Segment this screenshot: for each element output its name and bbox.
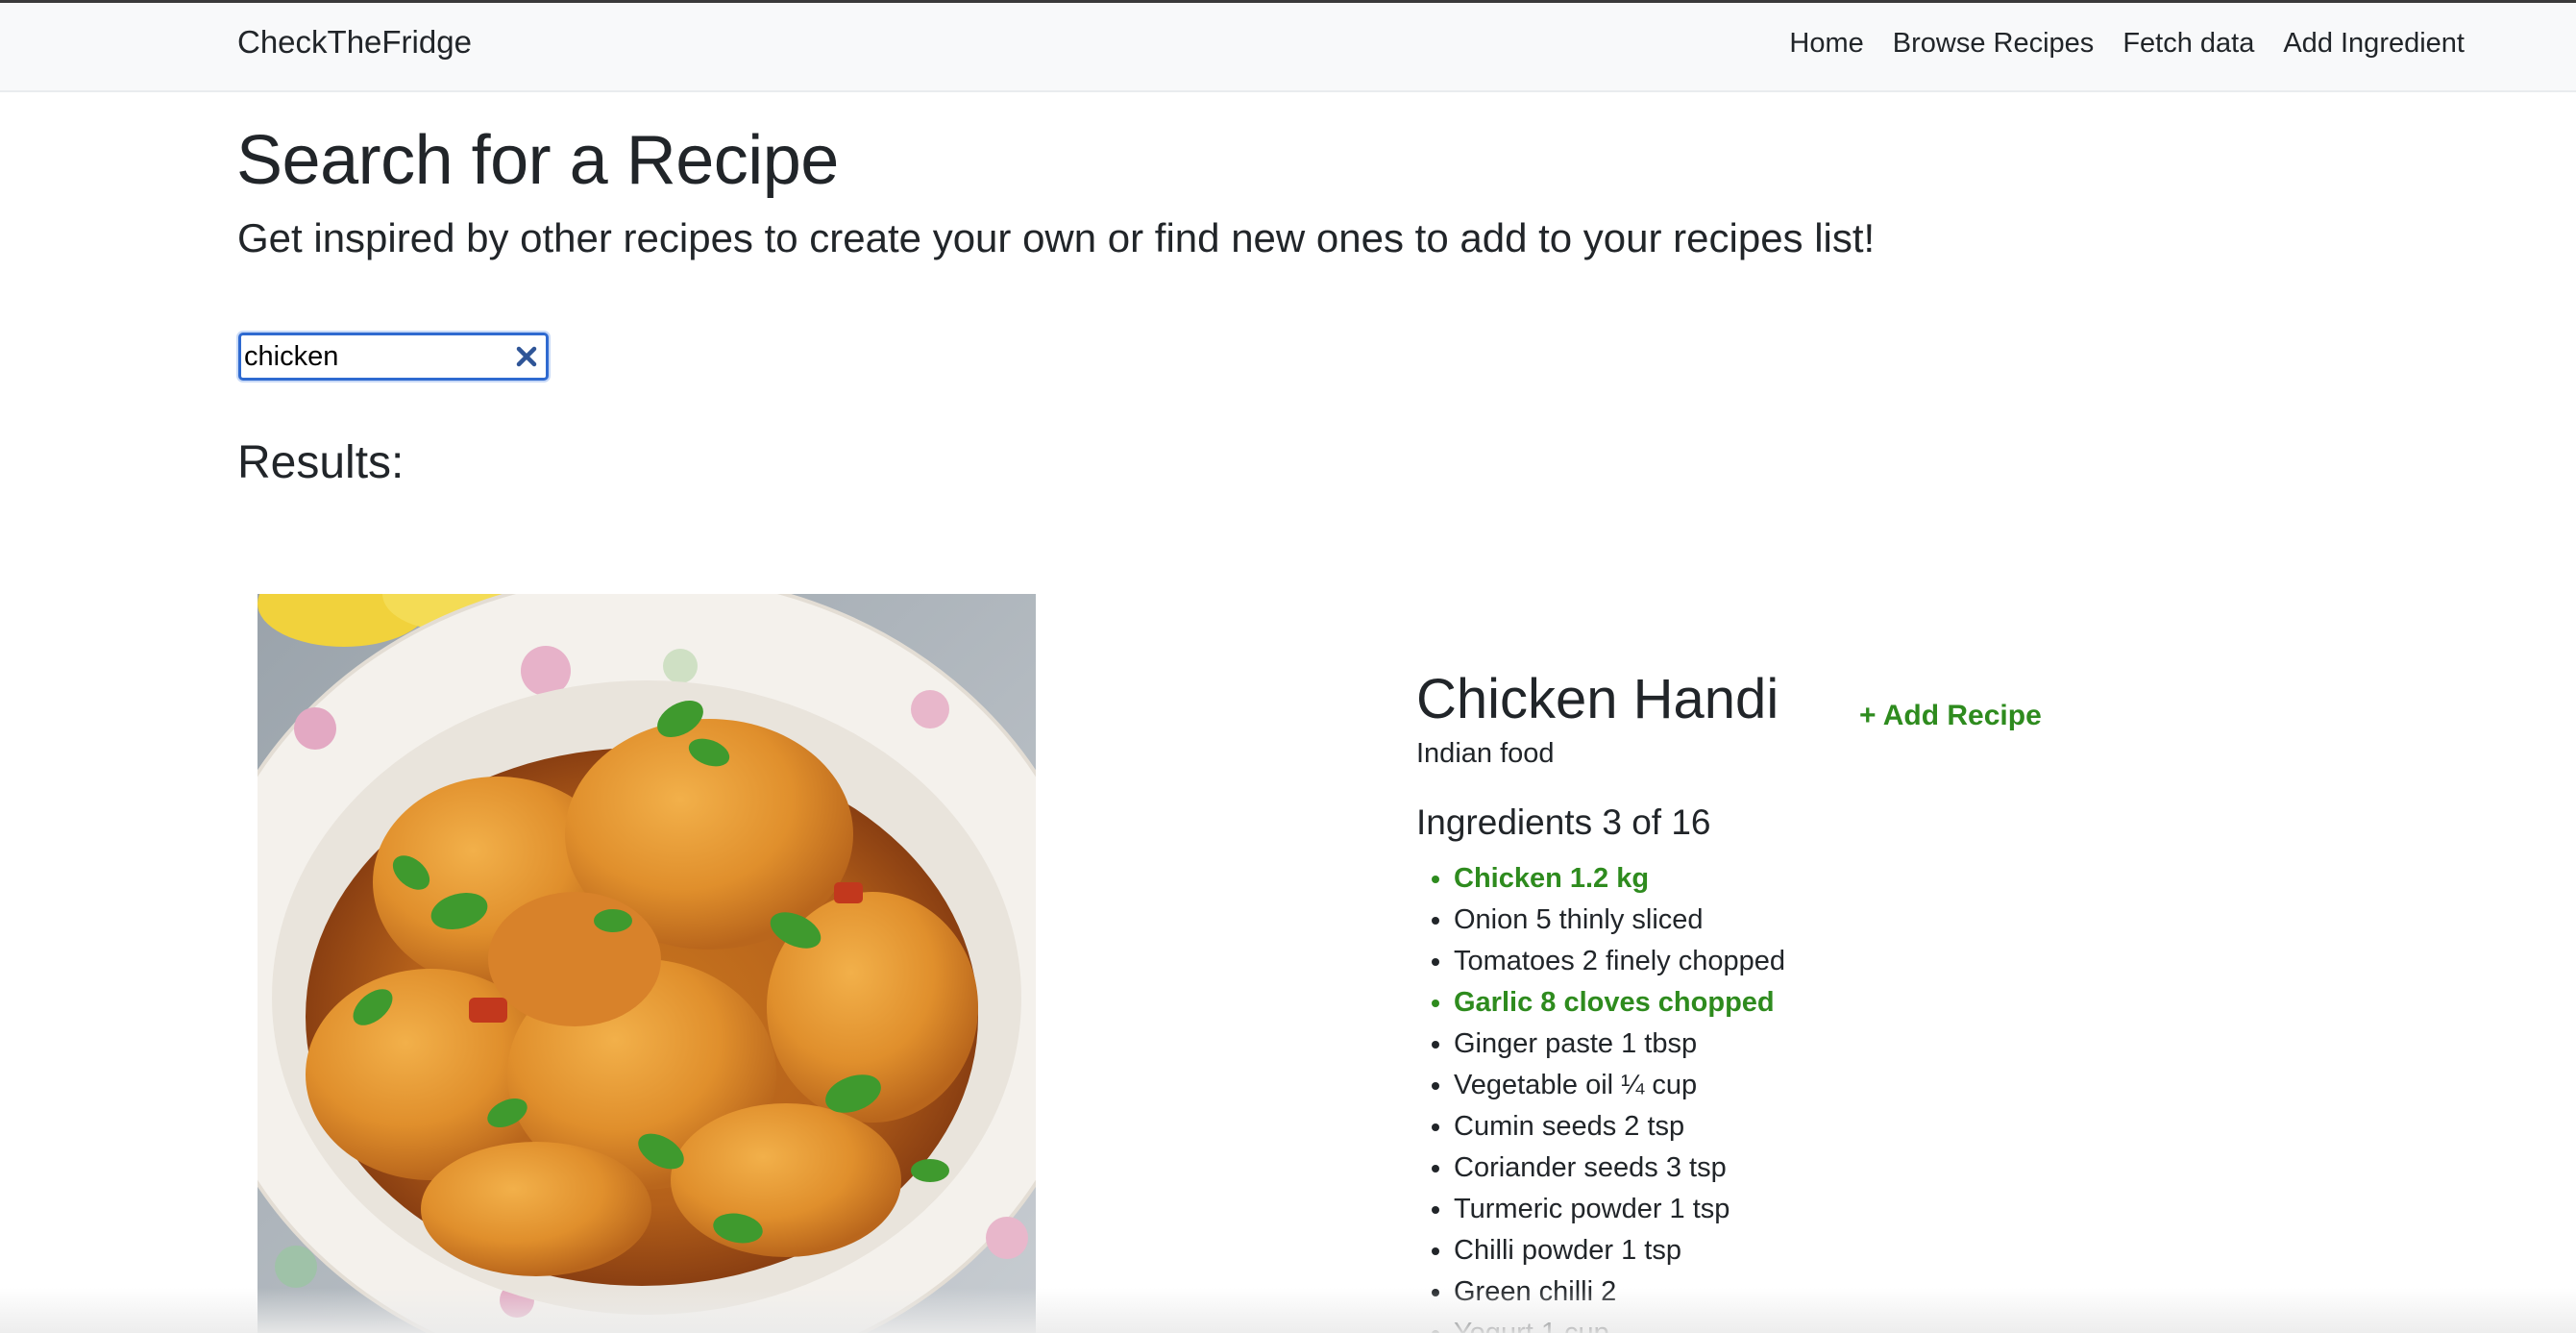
close-icon[interactable] [513, 343, 540, 370]
ingredient-item: Chilli powder 1 tsp [1454, 1230, 1785, 1271]
ingredient-item: Vegetable oil ¼ cup [1454, 1065, 1785, 1106]
ingredient-item: Garlic 8 cloves chopped [1454, 982, 1785, 1024]
nav-link-fetch-data[interactable]: Fetch data [2122, 28, 2254, 60]
brand-link[interactable]: CheckTheFridge [237, 24, 472, 61]
page-title: Search for a Recipe [236, 122, 839, 199]
nav-link-browse-recipes[interactable]: Browse Recipes [1893, 28, 2095, 60]
recipe-title: Chicken Handi [1416, 668, 1779, 730]
ingredient-item: Coriander seeds 3 tsp [1454, 1148, 1785, 1189]
search-box [238, 333, 549, 381]
ingredient-item: Turmeric powder 1 tsp [1454, 1189, 1785, 1230]
nav-link-home[interactable]: Home [1789, 28, 1863, 60]
page: CheckTheFridge Home Browse Recipes Fetch… [0, 0, 2576, 1333]
navbar: CheckTheFridge Home Browse Recipes Fetch… [0, 3, 2576, 92]
page-subtitle: Get inspired by other recipes to create … [237, 215, 1876, 260]
recipe-cuisine: Indian food [1416, 738, 1555, 769]
ingredients-list: Chicken 1.2 kgOnion 5 thinly slicedTomat… [1416, 858, 1785, 1333]
ingredient-item: Cumin seeds 2 tsp [1454, 1106, 1785, 1148]
results-heading: Results: [237, 437, 405, 488]
ingredient-item: Onion 5 thinly sliced [1454, 900, 1785, 941]
ingredient-item: Yogurt 1 cup [1454, 1313, 1785, 1333]
nav-links: Home Browse Recipes Fetch data Add Ingre… [1789, 28, 2465, 60]
ingredient-item: Ginger paste 1 tbsp [1454, 1024, 1785, 1065]
add-recipe-button[interactable]: + Add Recipe [1859, 700, 2042, 732]
nav-link-add-ingredient[interactable]: Add Ingredient [2283, 28, 2465, 60]
ingredient-item: Chicken 1.2 kg [1454, 858, 1785, 900]
ingredient-item: Green chilli 2 [1454, 1271, 1785, 1313]
search-input[interactable] [244, 338, 503, 375]
recipe-image[interactable] [258, 594, 1036, 1333]
ingredient-item: Tomatoes 2 finely chopped [1454, 941, 1785, 982]
ingredients-heading: Ingredients 3 of 16 [1416, 802, 1711, 842]
